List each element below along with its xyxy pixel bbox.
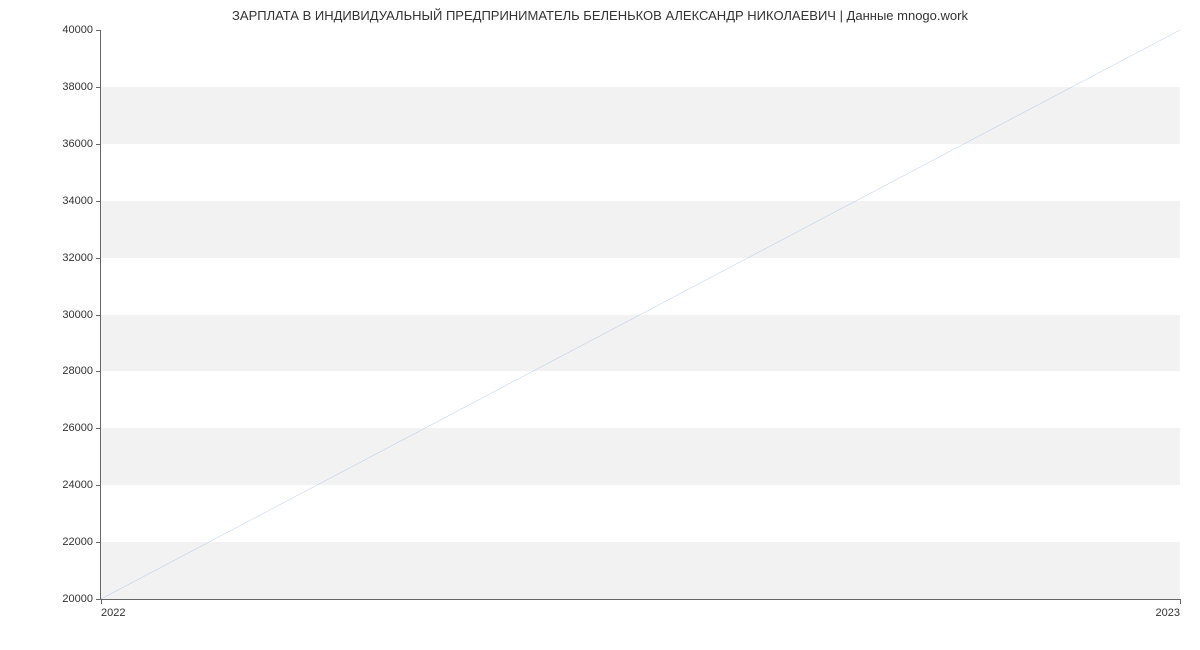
- y-tick-label: 30000: [62, 309, 93, 321]
- series-line: [101, 30, 1180, 599]
- y-tick-mark: [96, 144, 101, 145]
- y-tick-label: 22000: [62, 536, 93, 548]
- y-tick-label: 24000: [62, 479, 93, 491]
- plot-area: 2000022000240002600028000300003200034000…: [100, 30, 1180, 600]
- y-tick-mark: [96, 371, 101, 372]
- y-tick-mark: [96, 30, 101, 31]
- y-tick-label: 40000: [62, 24, 93, 36]
- y-tick-label: 34000: [62, 195, 93, 207]
- y-tick-label: 32000: [62, 252, 93, 264]
- x-tick-mark: [101, 599, 102, 604]
- y-tick-label: 28000: [62, 365, 93, 377]
- y-tick-mark: [96, 315, 101, 316]
- data-line: [101, 30, 1180, 599]
- x-tick-mark: [1180, 599, 1181, 604]
- y-tick-mark: [96, 485, 101, 486]
- x-tick-label: 2023: [1156, 607, 1180, 619]
- y-tick-label: 26000: [62, 422, 93, 434]
- y-tick-label: 20000: [62, 593, 93, 605]
- x-tick-label: 2022: [101, 607, 125, 619]
- y-tick-mark: [96, 87, 101, 88]
- y-tick-mark: [96, 542, 101, 543]
- y-tick-mark: [96, 428, 101, 429]
- y-tick-mark: [96, 258, 101, 259]
- chart-title: ЗАРПЛАТА В ИНДИВИДУАЛЬНЫЙ ПРЕДПРИНИМАТЕЛ…: [0, 0, 1200, 23]
- y-tick-mark: [96, 201, 101, 202]
- chart-container: 2000022000240002600028000300003200034000…: [100, 30, 1180, 600]
- y-tick-label: 38000: [62, 81, 93, 93]
- y-tick-label: 36000: [62, 138, 93, 150]
